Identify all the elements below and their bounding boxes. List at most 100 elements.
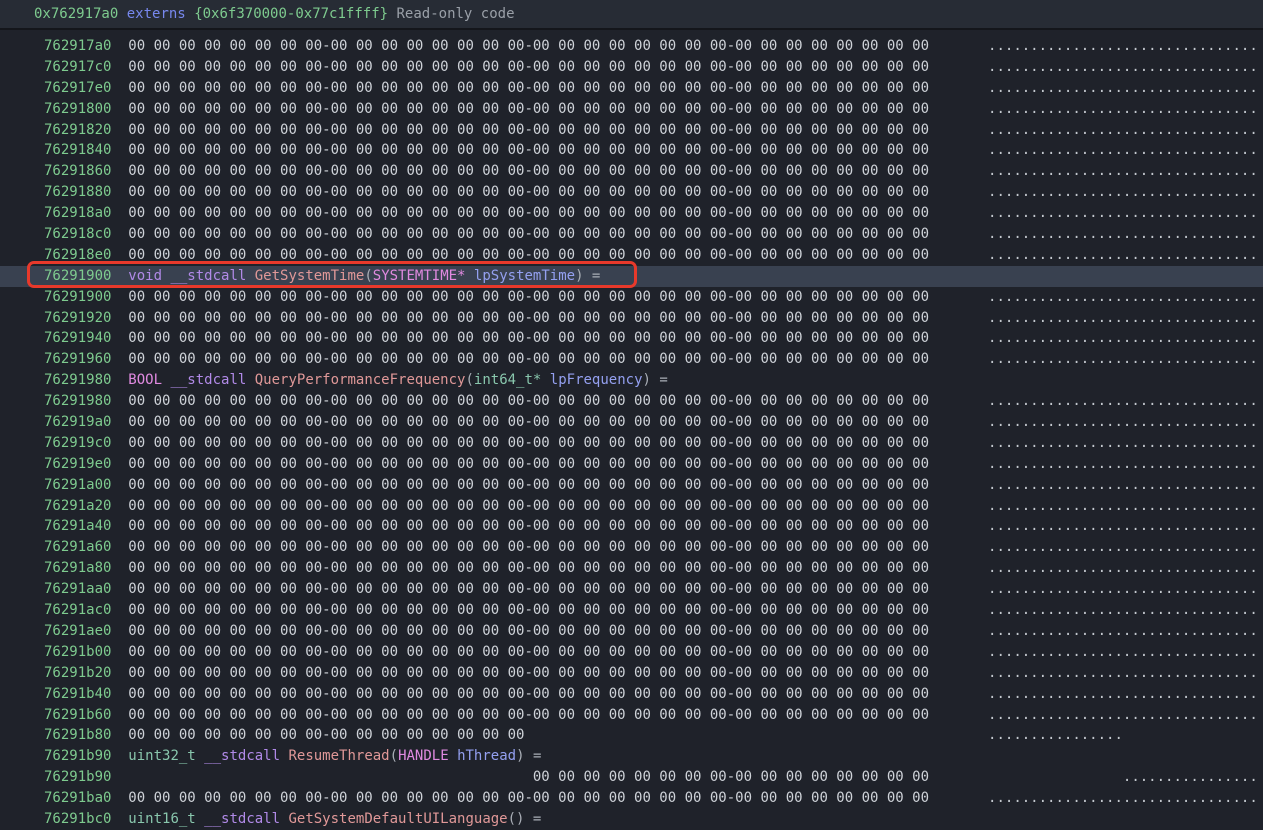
hex-row[interactable]: 76291b60 00 00 00 00 00 00 00 00-00 00 0…: [0, 705, 1263, 726]
ascii-column: ................................: [988, 59, 1258, 75]
hex-row[interactable]: 762917e0 00 00 00 00 00 00 00 00-00 00 0…: [0, 78, 1263, 99]
hex-row[interactable]: 76291ba0 00 00 00 00 00 00 00 00-00 00 0…: [0, 788, 1263, 809]
ascii-column: ................................: [988, 539, 1258, 555]
hex-row[interactable]: 762917a0 00 00 00 00 00 00 00 00-00 00 0…: [0, 36, 1263, 57]
hex-row[interactable]: 76291940 00 00 00 00 00 00 00 00-00 00 0…: [0, 328, 1263, 349]
ascii-column: ................................: [988, 163, 1258, 179]
decl-token-va: lpSystemTime: [474, 268, 575, 284]
ascii-column: ................................: [988, 435, 1258, 451]
hex-row[interactable]: 76291860 00 00 00 00 00 00 00 00-00 00 0…: [0, 161, 1263, 182]
row-address: 76291aa0: [44, 581, 128, 597]
row-address: 76291820: [44, 122, 128, 138]
hex-row[interactable]: 762918a0 00 00 00 00 00 00 00 00-00 00 0…: [0, 203, 1263, 224]
ascii-column: ................................: [988, 414, 1258, 430]
row-address: 76291b20: [44, 665, 128, 681]
declaration-row[interactable]: 76291bc0 uint16_t __stdcall GetSystemDef…: [0, 809, 1263, 830]
hex-row[interactable]: 76291900 00 00 00 00 00 00 00 00-00 00 0…: [0, 287, 1263, 308]
row-address: 76291980: [44, 393, 128, 409]
hex-row[interactable]: 76291b00 00 00 00 00 00 00 00 00-00 00 0…: [0, 642, 1263, 663]
row-address: 76291b90: [44, 769, 128, 785]
decl-token-pu: [465, 268, 473, 284]
hex-row[interactable]: 76291800 00 00 00 00 00 00 00 00-00 00 0…: [0, 99, 1263, 120]
linear-view-rows: 762917a0 00 00 00 00 00 00 00 00-00 00 0…: [0, 30, 1263, 830]
decl-token-pu: (: [390, 748, 398, 764]
decl-token-pu: [449, 748, 457, 764]
hex-row[interactable]: 76291a40 00 00 00 00 00 00 00 00-00 00 0…: [0, 516, 1263, 537]
row-address: 762917c0: [44, 59, 128, 75]
hex-bytes: 00 00 00 00 00 00 00 00-00 00 00 00 00 0…: [128, 122, 988, 138]
hex-bytes: 00 00 00 00 00 00 00 00-00 00 00 00 00 0…: [128, 247, 988, 263]
hex-row[interactable]: 76291b20 00 00 00 00 00 00 00 00-00 00 0…: [0, 663, 1263, 684]
declaration-row[interactable]: 76291b90 uint32_t __stdcall ResumeThread…: [0, 746, 1263, 767]
row-address: 76291900: [44, 268, 128, 284]
hex-row[interactable]: 76291920 00 00 00 00 00 00 00 00-00 00 0…: [0, 308, 1263, 329]
hex-row[interactable]: 762918e0 00 00 00 00 00 00 00 00-00 00 0…: [0, 245, 1263, 266]
decl-token-kw: __stdcall: [204, 811, 280, 827]
ascii-column: ................................: [988, 456, 1258, 472]
hex-row[interactable]: 76291820 00 00 00 00 00 00 00 00-00 00 0…: [0, 120, 1263, 141]
decl-token-tp: int64_t*: [474, 372, 541, 388]
decl-token-pu: [246, 372, 254, 388]
hex-row[interactable]: 76291aa0 00 00 00 00 00 00 00 00-00 00 0…: [0, 579, 1263, 600]
ascii-column: ................................: [988, 686, 1258, 702]
hex-bytes: 00 00 00 00 00 00 00 00-00 00 00 00 00 0…: [128, 59, 988, 75]
hex-row[interactable]: 76291ac0 00 00 00 00 00 00 00 00-00 00 0…: [0, 600, 1263, 621]
hex-bytes: 00 00 00 00 00 00 00 00-00 00 00 00 00 0…: [128, 707, 988, 723]
decl-token-pu: [196, 748, 204, 764]
row-address: 76291b40: [44, 686, 128, 702]
hex-row[interactable]: 76291840 00 00 00 00 00 00 00 00-00 00 0…: [0, 140, 1263, 161]
row-address: 76291a20: [44, 498, 128, 514]
ascii-column: ................................: [988, 142, 1258, 158]
hex-bytes: 00 00 00 00 00 00 00 00-00 00 00 00 00 0…: [128, 414, 988, 430]
hex-row[interactable]: 76291a60 00 00 00 00 00 00 00 00-00 00 0…: [0, 537, 1263, 558]
hex-row[interactable]: 762919e0 00 00 00 00 00 00 00 00-00 00 0…: [0, 454, 1263, 475]
hex-bytes: 00 00 00 00 00 00 00 00-00 00 00 00 00 0…: [128, 602, 988, 618]
row-address: 76291a00: [44, 477, 128, 493]
row-address: 762917a0: [44, 38, 128, 54]
hex-row[interactable]: 76291b80 00 00 00 00 00 00 00 00-00 00 0…: [0, 725, 1263, 746]
declaration-row[interactable]: 76291980 BOOL __stdcall QueryPerformance…: [0, 370, 1263, 391]
ascii-column: ................................: [988, 122, 1258, 138]
row-address: 76291800: [44, 101, 128, 117]
row-address: 76291b90: [44, 748, 128, 764]
hex-row[interactable]: 76291960 00 00 00 00 00 00 00 00-00 00 0…: [0, 349, 1263, 370]
decl-token-kw: void: [128, 268, 162, 284]
hex-row[interactable]: 76291a80 00 00 00 00 00 00 00 00-00 00 0…: [0, 558, 1263, 579]
decl-token-tn: HANDLE: [398, 748, 449, 764]
hex-row[interactable]: 76291880 00 00 00 00 00 00 00 00-00 00 0…: [0, 182, 1263, 203]
hex-bytes: 00 00 00 00 00 00 00 00-00 00 00 00 00 0…: [128, 393, 988, 409]
hex-row[interactable]: 762919c0 00 00 00 00 00 00 00 00-00 00 0…: [0, 433, 1263, 454]
hex-row[interactable]: 762917c0 00 00 00 00 00 00 00 00-00 00 0…: [0, 57, 1263, 78]
ascii-column: ................................: [988, 393, 1258, 409]
hex-bytes: 00 00 00 00 00 00 00 00-00 00 00 00 00 0…: [128, 101, 988, 117]
hex-row[interactable]: 76291a00 00 00 00 00 00 00 00 00-00 00 0…: [0, 475, 1263, 496]
hex-bytes: 00 00 00 00 00 00 00 00-00 00 00 00 00 0…: [128, 769, 988, 785]
header-address: 0x762917a0: [34, 6, 118, 22]
row-address: 76291ba0: [44, 790, 128, 806]
hex-row[interactable]: 76291980 00 00 00 00 00 00 00 00-00 00 0…: [0, 391, 1263, 412]
ascii-column: ................................: [988, 289, 1258, 305]
ascii-column: ................................: [988, 330, 1258, 346]
hex-bytes: 00 00 00 00 00 00 00 00-00 00 00 00 00 0…: [128, 184, 988, 200]
hex-row[interactable]: 76291b90 00 00 00 00 00 00 00 00-00 00 0…: [0, 767, 1263, 788]
decl-token-pu: (: [364, 268, 372, 284]
hex-bytes: 00 00 00 00 00 00 00 00-00 00 00 00 00 0…: [128, 560, 988, 576]
ascii-column: ................................: [988, 38, 1258, 54]
row-address: 76291860: [44, 163, 128, 179]
ascii-column: ................................: [988, 101, 1258, 117]
hex-row[interactable]: 76291b40 00 00 00 00 00 00 00 00-00 00 0…: [0, 684, 1263, 705]
hex-bytes: 00 00 00 00 00 00 00 00-00 00 00 00 00 0…: [128, 289, 988, 305]
decl-token-fn: ResumeThread: [288, 748, 389, 764]
hex-bytes: 00 00 00 00 00 00 00 00-00 00 00 00 00 0…: [128, 330, 988, 346]
hex-row[interactable]: 762919a0 00 00 00 00 00 00 00 00-00 00 0…: [0, 412, 1263, 433]
hex-row[interactable]: 76291a20 00 00 00 00 00 00 00 00-00 00 0…: [0, 496, 1263, 517]
hex-bytes: 00 00 00 00 00 00 00 00-00 00 00 00 00 0…: [128, 456, 988, 472]
row-address: 762918e0: [44, 247, 128, 263]
hex-row[interactable]: 76291ae0 00 00 00 00 00 00 00 00-00 00 0…: [0, 621, 1263, 642]
declaration-row[interactable]: 76291900 void __stdcall GetSystemTime(SY…: [0, 266, 1263, 287]
header-spacer-3: [388, 6, 396, 22]
ascii-column: ................................: [988, 518, 1258, 534]
hex-bytes: 00 00 00 00 00 00 00 00-00 00 00 00 00 0…: [128, 727, 988, 743]
ascii-column: ................................: [988, 205, 1258, 221]
hex-row[interactable]: 762918c0 00 00 00 00 00 00 00 00-00 00 0…: [0, 224, 1263, 245]
